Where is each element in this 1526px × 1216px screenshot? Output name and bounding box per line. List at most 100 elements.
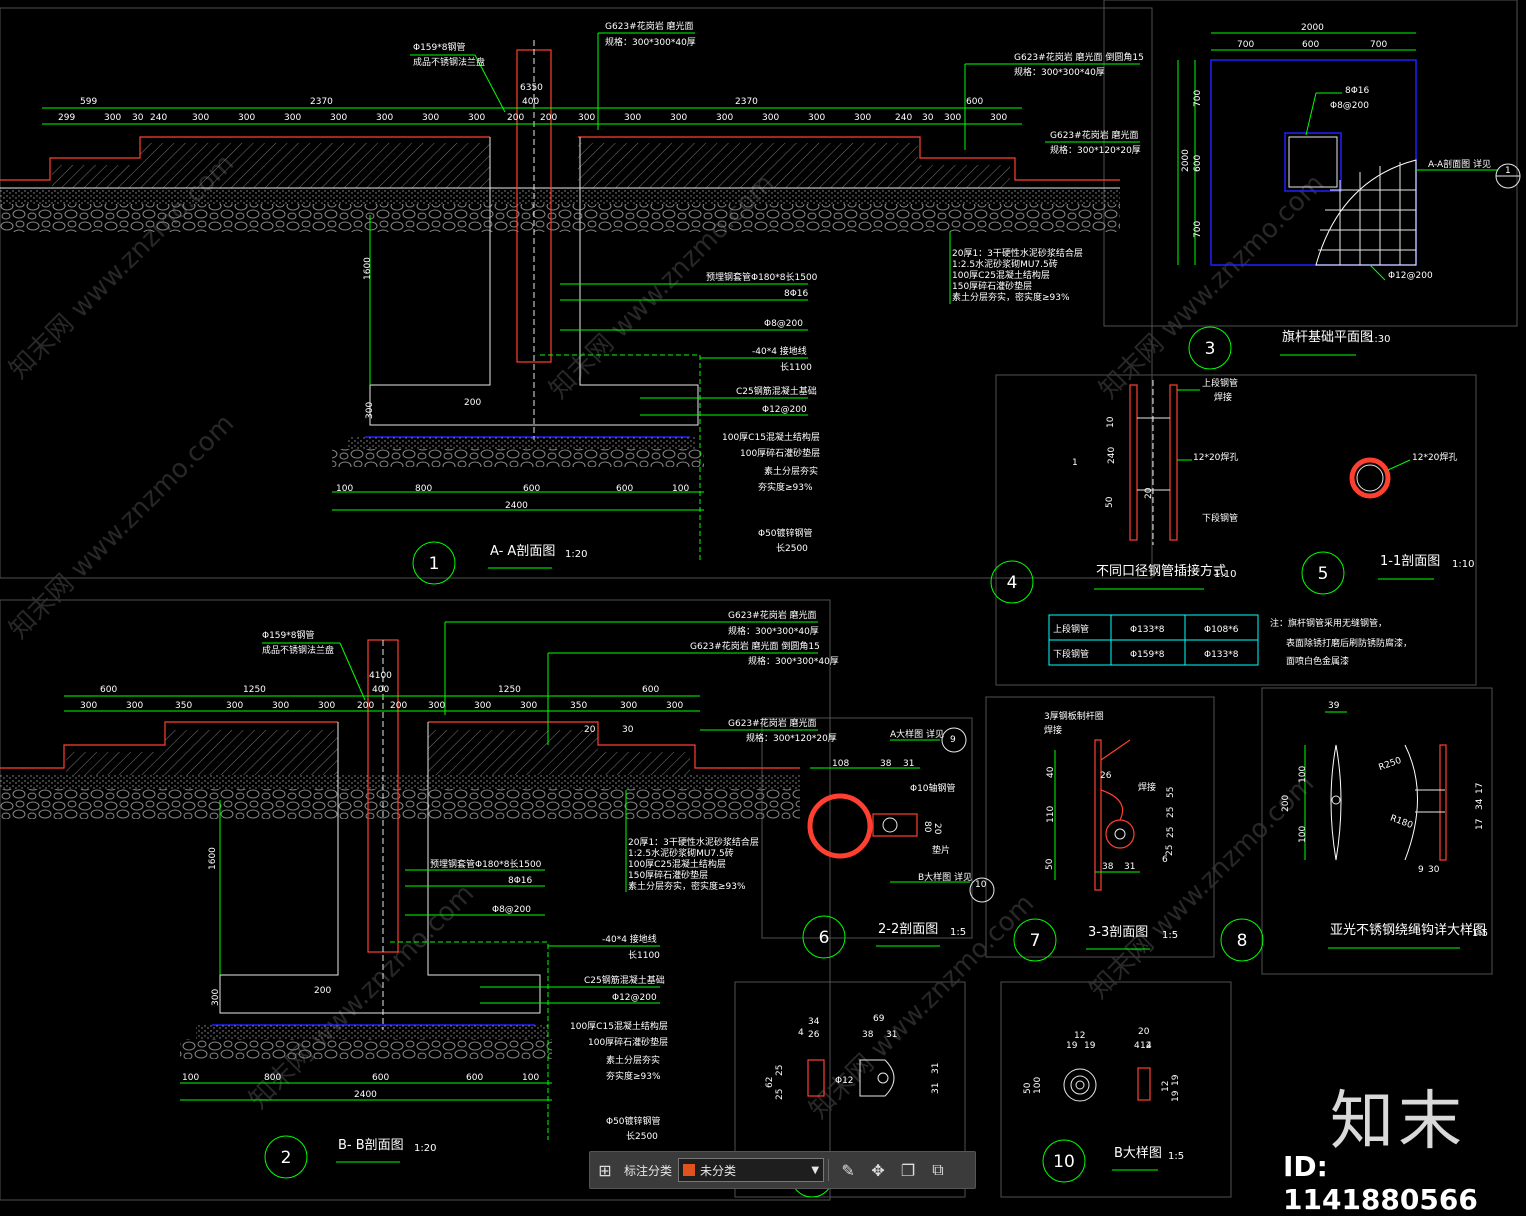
foundation-plan-outline [1210, 59, 1417, 266]
dim-label: 300 [474, 701, 491, 711]
dim-label: 30 [922, 113, 934, 123]
note: 素土分层夯实 [606, 1054, 660, 1066]
pipe-wall [1129, 384, 1138, 541]
drawing-scale: 1:5 [1168, 1151, 1184, 1162]
dim-label: 300 [192, 113, 209, 123]
dim-label: 26 [1100, 771, 1112, 781]
drawing-pipe-joint: 上段钢管 焊接 12*20焊孔 下段钢管 1 10 240 50 20 4 不同… [990, 377, 1238, 604]
dim-label: 25 [1166, 807, 1176, 818]
dim-label: 30 [1428, 865, 1440, 875]
drawing-scale: 1:5 [1162, 930, 1178, 941]
dim-label: 2400 [505, 501, 528, 511]
dim-label: 9 [1418, 865, 1424, 875]
drawing-title: 旗杆基础平面图 [1282, 329, 1373, 345]
dim-label: 300 [624, 113, 641, 123]
dim-label: 19 [1171, 1090, 1181, 1102]
grid-icon[interactable]: ⊞ [590, 1155, 620, 1185]
dim-label: 300 [211, 989, 221, 1006]
dim-label: 4100 [369, 671, 392, 681]
dim-label: 300 [854, 113, 871, 123]
detail-number: 8 [1237, 931, 1248, 951]
drawing-11-section: 12*20焊孔 5 1-1剖面图 1:10 [1301, 451, 1474, 595]
drawing-b-detail: 12 19 19 20 4 12 4 50 100 12 19 19 10 B大… [1023, 1027, 1184, 1183]
note: 1:2.5水泥砂浆砌MU7.5砖 [952, 258, 1058, 270]
note: 9 [950, 735, 956, 745]
dim-label: 80 [922, 821, 932, 833]
category-dropdown[interactable]: 未分类 ▼ [678, 1158, 825, 1182]
note: 长1100 [780, 361, 812, 373]
axle [882, 817, 898, 833]
base-layer [196, 1025, 548, 1039]
brand-id: ID: 1141880566 [1283, 1150, 1478, 1216]
dim-label: 38 [880, 759, 892, 769]
dim-label: 299 [58, 113, 75, 123]
concrete-layer-left [66, 730, 338, 775]
dim-label: 100 [1298, 766, 1308, 783]
dim-label: 6 [1162, 855, 1168, 865]
detail-number: 10 [1053, 1152, 1075, 1172]
note: 注：旗杆钢管采用无缝钢管， [1270, 617, 1387, 629]
note: 上段钢管 [1202, 377, 1238, 389]
dim-label: 200 [1281, 795, 1291, 812]
dim-label: 600 [616, 484, 633, 494]
dim-label: 40 [1046, 766, 1056, 778]
gravel-base [332, 449, 704, 467]
drawing-title: A- A剖面图 [490, 544, 555, 559]
dim-label: 300 [422, 113, 439, 123]
note: 3厚钢板制杆圈 [1044, 710, 1104, 722]
note: 夯实度≥93% [758, 481, 813, 493]
note: 预埋钢套管Φ180*8长1500 [706, 271, 818, 283]
cad-drawing-canvas[interactable]: 知末网 www.znzmo.com 知末网 www.znzmo.com 知末网 … [0, 0, 1526, 1209]
note: Φ8@200 [764, 319, 803, 329]
edit-icon[interactable]: ✎ [833, 1155, 863, 1185]
leader-line [339, 642, 366, 701]
note: 焊接 [1138, 781, 1156, 793]
leader-line [1305, 92, 1317, 136]
category-value: 未分类 [700, 1163, 737, 1178]
note: 规格：300*300*40厚 [748, 655, 839, 667]
dim-label: 300 [272, 701, 289, 711]
drawing-title: B大样图 [1114, 1146, 1162, 1161]
dim-label: 1250 [243, 685, 266, 695]
note: Φ12@200 [612, 993, 657, 1003]
note: 12*20焊孔 [1412, 451, 1457, 463]
dim-label: 300 [666, 701, 683, 711]
note: Φ50镀锌钢管 [758, 527, 813, 539]
dim-label: 50 [1023, 1082, 1033, 1094]
dim-row: 300 300 350 300 300 300 200 200 300 300 … [80, 701, 683, 735]
drawing-title: 亚光不锈钢绕绳钩详大样图 [1330, 923, 1486, 938]
dim-label: 350 [175, 701, 192, 711]
frame-bb-section [0, 599, 831, 1201]
drawing-scale: 1:10 [1214, 569, 1236, 580]
dim-label: 2370 [310, 97, 333, 107]
note: 20厚1：3干硬性水泥砂浆结合层 [628, 836, 759, 848]
concrete-layer-right [428, 730, 690, 775]
note: A-A剖面图 详见 [1428, 158, 1491, 170]
note: G623#花岗岩 磨光面 倒圆角15 [1014, 51, 1144, 63]
gravel-layer [0, 789, 800, 819]
table-cell: Φ133*8 [1130, 625, 1165, 635]
annotation-category-label: 标注分类 [624, 1163, 673, 1178]
move-icon[interactable]: ✥ [863, 1155, 893, 1185]
note: Φ50镀锌钢管 [606, 1115, 661, 1127]
note: 150厚碎石灌砂垫层 [952, 280, 1032, 292]
note: 面喷白色金属漆 [1286, 655, 1349, 667]
dim-label: 700 [1193, 221, 1203, 238]
dim-label: 200 [390, 701, 407, 711]
dim-label: 20 [584, 725, 596, 735]
leader-notes: Φ159*8钢管 成品不锈钢法兰盘 G623#花岗岩 磨光面 规格：300*30… [410, 20, 1144, 560]
note: 焊接 [1044, 724, 1062, 736]
brand-logo: 知末 [1330, 1085, 1466, 1159]
copy-icon[interactable]: ❐ [893, 1155, 923, 1185]
paste-icon[interactable]: ⧉ [923, 1155, 953, 1185]
drawing-bb-section: 4100 400 600 1250 1250 600 300 300 350 3… [0, 609, 839, 1179]
drawing-title: 不同口径钢管插接方式 [1096, 563, 1226, 579]
dim-label: 20 [932, 823, 942, 835]
drawing-title: 2-2剖面图 [878, 922, 938, 937]
drawing-scale: 1:20 [565, 549, 587, 560]
detail-number: 2 [281, 1148, 292, 1168]
dim-label: 400 [372, 685, 389, 695]
gravel-base [180, 1039, 552, 1059]
note: Φ12@200 [762, 405, 807, 415]
dim-label: 300 [990, 113, 1007, 123]
